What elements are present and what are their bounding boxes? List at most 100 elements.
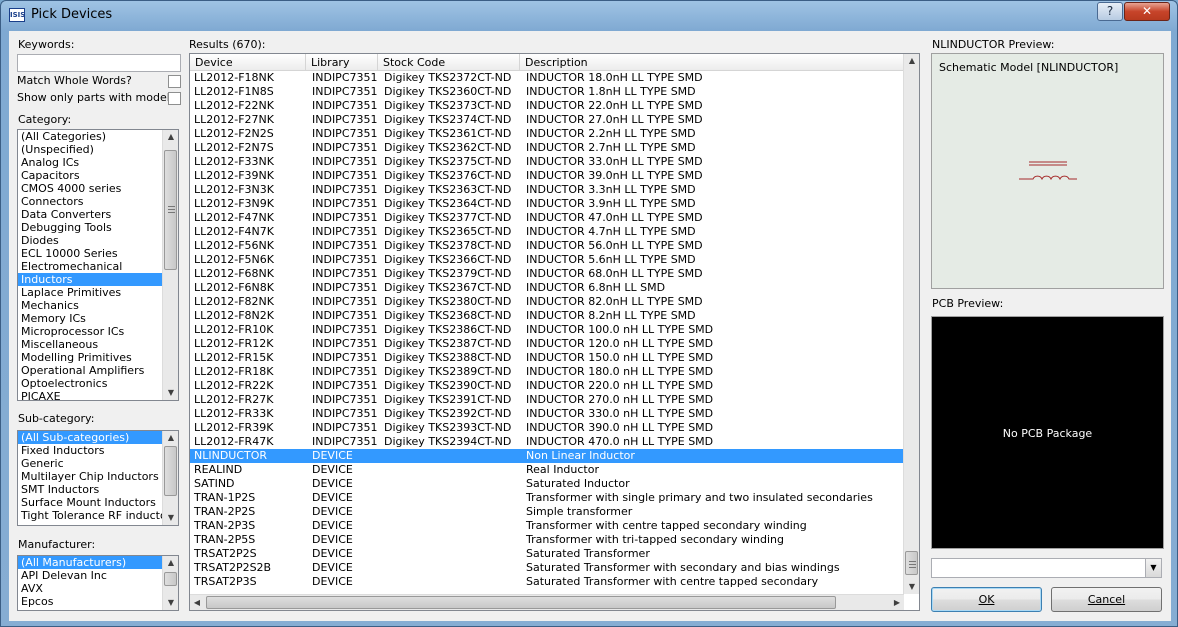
table-row[interactable]: LL2012-F2N2S INDIPC7351 Digikey TKS2361CT-… [190, 127, 904, 141]
ok-button[interactable]: OK [931, 587, 1042, 612]
table-row[interactable]: LL2012-F1N8S INDIPC7351 Digikey TKS2360CT-… [190, 85, 904, 99]
scroll-left-icon[interactable]: ◀ [190, 595, 204, 610]
category-item[interactable]: Laplace Primitives [18, 286, 178, 299]
category-scroll-thumb[interactable] [164, 150, 177, 270]
scroll-down-icon[interactable]: ▼ [163, 596, 178, 610]
table-row[interactable]: SATIND DEVICE Saturated Inductor [190, 477, 904, 491]
scroll-up-icon[interactable]: ▲ [163, 556, 178, 570]
table-row[interactable]: TRSAT2P2S DEVICE Saturated Transformer [190, 547, 904, 561]
title-bar[interactable]: ISIS Pick Devices ? ✕ [1, 1, 1177, 29]
table-row[interactable]: LL2012-FR47K INDIPC7351 Digikey TKS2394CT-… [190, 435, 904, 449]
table-row[interactable]: LL2012-F56NK INDIPC7351 Digikey TKS2378CT-… [190, 239, 904, 253]
manufacturer-scrollbar[interactable]: ▲ ▼ [162, 556, 178, 610]
category-item[interactable]: PICAXE [18, 390, 178, 400]
category-item[interactable]: Inductors [18, 273, 178, 286]
table-row[interactable]: LL2012-F33NK INDIPC7351 Digikey TKS2375CT-… [190, 155, 904, 169]
close-button[interactable]: ✕ [1124, 2, 1170, 21]
cancel-button[interactable]: Cancel [1051, 587, 1162, 612]
table-row[interactable]: LL2012-FR27K INDIPC7351 Digikey TKS2391CT-… [190, 393, 904, 407]
scroll-up-icon[interactable]: ▲ [163, 431, 178, 445]
help-button[interactable]: ? [1097, 2, 1123, 21]
table-row[interactable]: LL2012-F8N2K INDIPC7351 Digikey TKS2368CT-… [190, 309, 904, 323]
category-item[interactable]: Miscellaneous [18, 338, 178, 351]
category-item[interactable]: Capacitors [18, 169, 178, 182]
category-item[interactable]: Diodes [18, 234, 178, 247]
table-row[interactable]: TRAN-2P2S DEVICE Simple transformer [190, 505, 904, 519]
table-row[interactable]: TRAN-2P3S DEVICE Transformer with centre t… [190, 519, 904, 533]
subcategory-item[interactable]: Generic [18, 457, 178, 470]
table-row[interactable]: REALIND DEVICE Real Inductor [190, 463, 904, 477]
table-row[interactable]: TRAN-2P5S DEVICE Transformer with tri-tapp… [190, 533, 904, 547]
category-item[interactable]: Debugging Tools [18, 221, 178, 234]
category-item[interactable]: Microprocessor ICs [18, 325, 178, 338]
results-hscroll-thumb[interactable] [206, 596, 836, 609]
category-item[interactable]: Mechanics [18, 299, 178, 312]
scroll-right-icon[interactable]: ▶ [890, 595, 904, 610]
table-row[interactable]: LL2012-FR22K INDIPC7351 Digikey TKS2390CT-… [190, 379, 904, 393]
column-header-description[interactable]: Description [520, 54, 904, 71]
category-item[interactable]: Memory ICs [18, 312, 178, 325]
subcategory-item[interactable]: Surface Mount Inductors [18, 496, 178, 509]
category-item[interactable]: (Unspecified) [18, 143, 178, 156]
scroll-down-icon[interactable]: ▼ [163, 511, 178, 525]
scroll-up-icon[interactable]: ▲ [163, 130, 178, 144]
table-row[interactable]: TRAN-1P2S DEVICE Transformer with single p… [190, 491, 904, 505]
subcategory-list[interactable]: (All Sub-categories) Fixed Inductors Gener… [17, 430, 179, 526]
category-item[interactable]: Connectors [18, 195, 178, 208]
category-item[interactable]: (All Categories) [18, 130, 178, 143]
table-row[interactable]: LL2012-F3N3K INDIPC7351 Digikey TKS2363CT-… [190, 183, 904, 197]
category-item[interactable]: ECL 10000 Series [18, 247, 178, 260]
table-row[interactable]: LL2012-F6N8K INDIPC7351 Digikey TKS2367CT-… [190, 281, 904, 295]
table-row[interactable]: LL2012-FR18K INDIPC7351 Digikey TKS2389CT-… [190, 365, 904, 379]
manufacturer-scroll-thumb[interactable] [164, 572, 177, 586]
subcategory-scroll-thumb[interactable] [164, 446, 177, 496]
column-header-stock-code[interactable]: Stock Code [378, 54, 520, 71]
table-row[interactable]: LL2012-F27NK INDIPC7351 Digikey TKS2374CT-… [190, 113, 904, 127]
table-row[interactable]: LL2012-F68NK INDIPC7351 Digikey TKS2379CT-… [190, 267, 904, 281]
subcategory-item[interactable]: Fixed Inductors [18, 444, 178, 457]
manufacturer-item[interactable]: Epcos [18, 595, 178, 608]
table-row[interactable]: TRSAT2P2S2B DEVICE Saturated Transformer w… [190, 561, 904, 575]
table-row[interactable]: LL2012-FR33K INDIPC7351 Digikey TKS2392CT-… [190, 407, 904, 421]
manufacturer-item[interactable]: (All Manufacturers) [18, 556, 178, 569]
results-table[interactable]: Device Library Stock Code Description LL… [189, 53, 920, 611]
category-item[interactable]: Modelling Primitives [18, 351, 178, 364]
table-row[interactable]: LL2012-F4N7K INDIPC7351 Digikey TKS2365CT-… [190, 225, 904, 239]
column-header-library[interactable]: Library [306, 54, 378, 71]
manufacturer-list[interactable]: (All Manufacturers) API Delevan Inc AVX Epc… [17, 555, 179, 611]
keywords-input[interactable] [17, 54, 181, 72]
table-row[interactable]: NLINDUCTOR DEVICE Non Linear Inductor [190, 449, 904, 463]
category-item[interactable]: Data Converters [18, 208, 178, 221]
category-item[interactable]: Optoelectronics [18, 377, 178, 390]
table-row[interactable]: LL2012-FR39K INDIPC7351 Digikey TKS2393CT-… [190, 421, 904, 435]
subcategory-scrollbar[interactable]: ▲ ▼ [162, 431, 178, 525]
category-item[interactable]: CMOS 4000 series [18, 182, 178, 195]
table-row[interactable]: LL2012-F18NK INDIPC7351 Digikey TKS2372CT-… [190, 71, 904, 85]
results-vscroll[interactable]: ▲ ▼ [903, 54, 919, 594]
manufacturer-item[interactable]: API Delevan Inc [18, 569, 178, 582]
subcategory-item[interactable]: SMT Inductors [18, 483, 178, 496]
subcategory-item[interactable]: (All Sub-categories) [18, 431, 178, 444]
category-item[interactable]: Operational Amplifiers [18, 364, 178, 377]
scroll-up-icon[interactable]: ▲ [904, 54, 919, 68]
table-row[interactable]: LL2012-F22NK INDIPC7351 Digikey TKS2373CT-… [190, 99, 904, 113]
category-item[interactable]: Analog ICs [18, 156, 178, 169]
table-row[interactable]: LL2012-FR15K INDIPC7351 Digikey TKS2388CT-… [190, 351, 904, 365]
scroll-down-icon[interactable]: ▼ [904, 580, 919, 594]
table-row[interactable]: LL2012-F47NK INDIPC7351 Digikey TKS2377CT-… [190, 211, 904, 225]
table-row[interactable]: LL2012-F82NK INDIPC7351 Digikey TKS2380CT-… [190, 295, 904, 309]
match-whole-words-checkbox[interactable] [168, 75, 181, 88]
table-row[interactable]: LL2012-F3N9K INDIPC7351 Digikey TKS2364CT-… [190, 197, 904, 211]
manufacturer-item[interactable]: AVX [18, 582, 178, 595]
category-list[interactable]: (All Categories) (Unspecified) Analog ICs C… [17, 129, 179, 401]
table-row[interactable]: LL2012-F5N6K INDIPC7351 Digikey TKS2366CT-… [190, 253, 904, 267]
column-header-device[interactable]: Device [190, 54, 306, 71]
results-scroll-thumb[interactable] [905, 551, 918, 575]
category-scrollbar[interactable]: ▲ ▼ [162, 130, 178, 400]
results-hscroll[interactable]: ◀ ▶ [190, 594, 904, 610]
scroll-down-icon[interactable]: ▼ [163, 386, 178, 400]
only-models-checkbox[interactable] [168, 92, 181, 105]
table-row[interactable]: LL2012-F39NK INDIPC7351 Digikey TKS2376CT-… [190, 169, 904, 183]
chevron-down-icon[interactable]: ▼ [1145, 559, 1161, 577]
table-row[interactable]: TRSAT2P3S DEVICE Saturated Transformer wit… [190, 575, 904, 589]
